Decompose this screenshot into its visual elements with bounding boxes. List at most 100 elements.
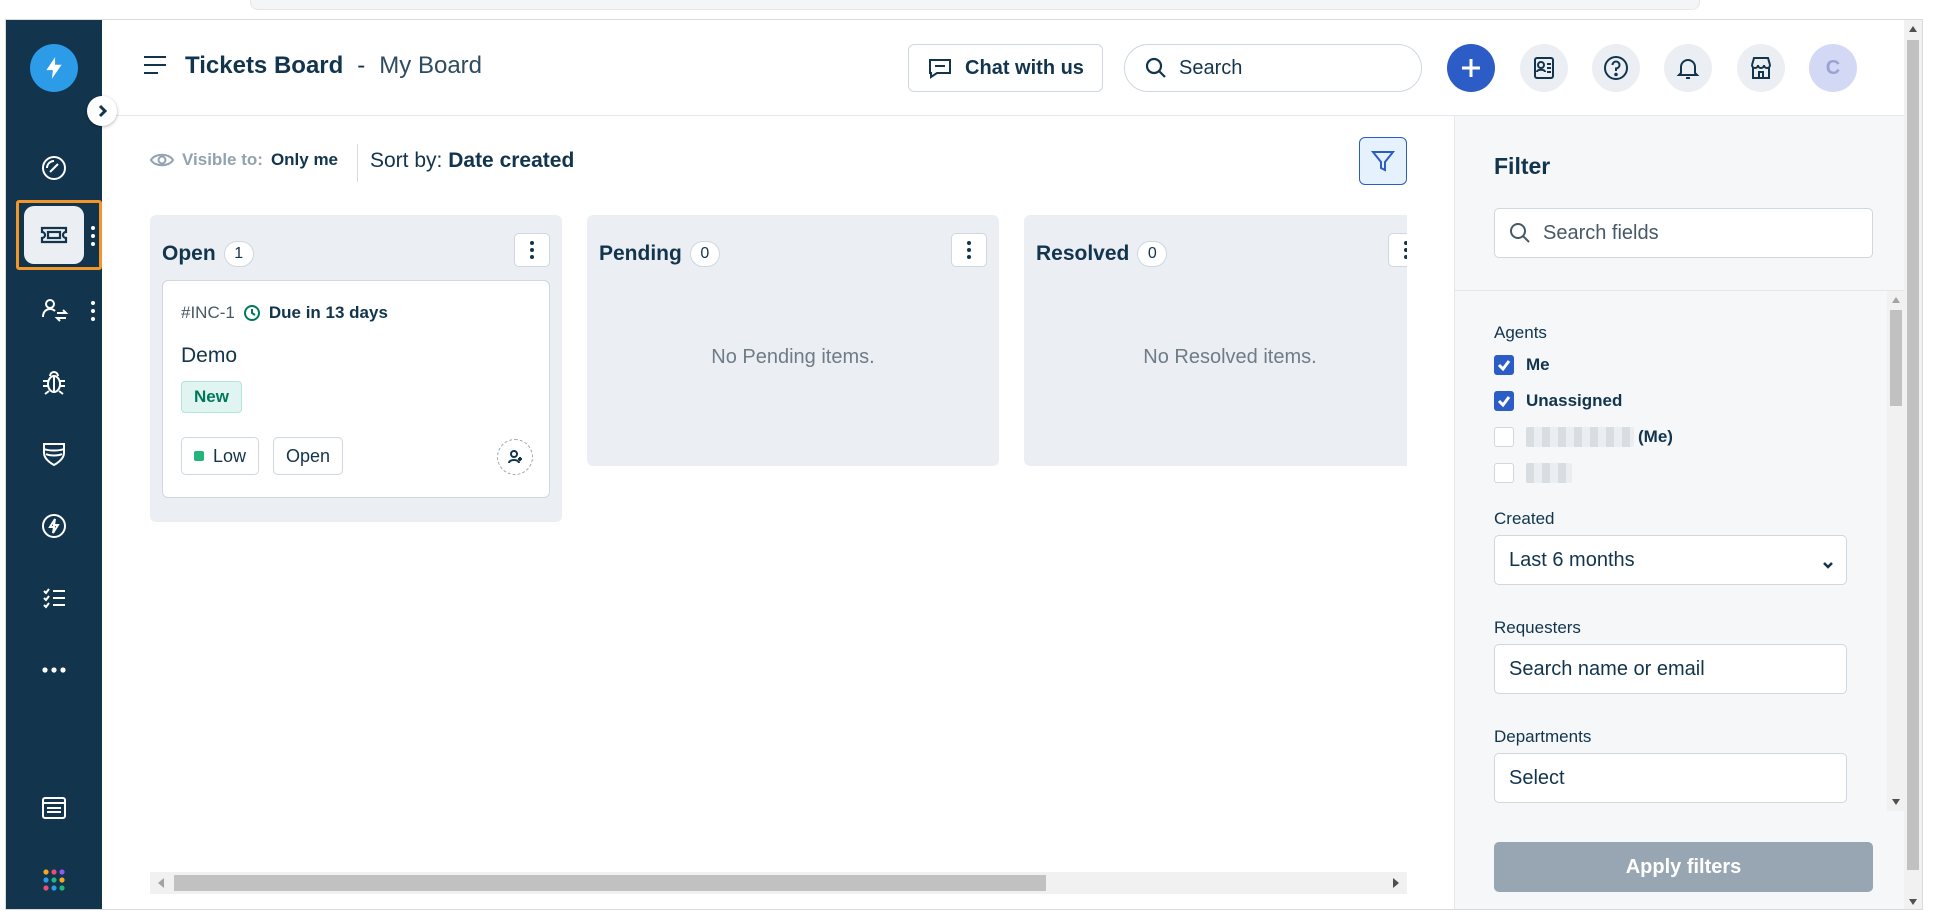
ticket-due: Due in 13 days bbox=[268, 303, 388, 322]
filter-toggle-button[interactable] bbox=[1359, 137, 1407, 185]
priority-indicator bbox=[194, 451, 204, 461]
agent-label: Unassigned bbox=[1526, 391, 1623, 410]
column-header: Resolved 0 bbox=[1036, 241, 1168, 267]
agent-label: Me bbox=[1526, 355, 1550, 374]
shield-icon bbox=[43, 443, 65, 467]
agent-option-unassigned[interactable]: Unassigned bbox=[1494, 391, 1622, 411]
created-value: Last 6 months bbox=[1509, 548, 1635, 571]
nav-tickets[interactable] bbox=[24, 206, 84, 264]
departments-value: Select bbox=[1509, 766, 1565, 789]
redacted-name bbox=[1526, 463, 1572, 483]
page-scrollbar[interactable] bbox=[1904, 20, 1922, 909]
scroll-down-arrow[interactable] bbox=[1892, 799, 1900, 805]
departments-label: Departments bbox=[1494, 727, 1592, 746]
user-avatar[interactable]: C bbox=[1809, 44, 1857, 92]
dashboard-icon bbox=[42, 156, 66, 180]
sort-control[interactable]: Sort by: Date created bbox=[370, 149, 574, 173]
requesters-label: Requesters bbox=[1494, 618, 1581, 637]
search-fields-placeholder: Search fields bbox=[1543, 221, 1659, 244]
checkbox-checked[interactable] bbox=[1494, 391, 1514, 411]
ticket-card[interactable]: #INC-1 Due in 13 days Demo New Low Open bbox=[162, 280, 550, 498]
scroll-up-arrow[interactable] bbox=[1909, 26, 1917, 32]
clock-icon bbox=[243, 305, 260, 321]
marketplace-button[interactable] bbox=[1737, 44, 1785, 92]
more-icon bbox=[42, 667, 66, 673]
menu-toggle-button[interactable] bbox=[142, 54, 168, 76]
search-icon bbox=[1145, 57, 1166, 78]
contacts-icon bbox=[1534, 57, 1554, 79]
scrollbar-thumb[interactable] bbox=[1890, 310, 1902, 406]
store-icon bbox=[1751, 57, 1771, 79]
redacted-name bbox=[1526, 427, 1634, 447]
sort-label: Sort by: bbox=[370, 149, 443, 172]
bug-icon bbox=[43, 371, 65, 395]
visible-value: Only me bbox=[270, 150, 339, 169]
filter-title: Filter bbox=[1494, 153, 1551, 179]
requesters-input[interactable]: Search name or email bbox=[1494, 644, 1847, 694]
scroll-up-arrow[interactable] bbox=[1892, 297, 1900, 303]
ticket-title[interactable]: Demo bbox=[181, 344, 237, 368]
agent-option-current-user[interactable]: (Me) bbox=[1494, 427, 1673, 447]
toolbar-divider bbox=[357, 144, 358, 182]
bell-icon bbox=[1676, 59, 1700, 79]
checkbox-checked[interactable] bbox=[1494, 355, 1514, 375]
board-area: Visible to: Only me Sort by: Date create… bbox=[102, 116, 1454, 909]
lightning-icon bbox=[42, 514, 66, 538]
nav-more[interactable] bbox=[24, 640, 84, 700]
changes-icon bbox=[42, 299, 69, 322]
departments-select[interactable]: Select bbox=[1494, 753, 1847, 803]
empty-state-text: No Pending items. bbox=[711, 346, 875, 368]
scrollbar-thumb[interactable] bbox=[174, 875, 1046, 891]
agent-option-me[interactable]: Me bbox=[1494, 355, 1550, 375]
chat-label: Chat with us bbox=[965, 56, 1084, 79]
add-new-button[interactable] bbox=[1447, 44, 1495, 92]
agent-option-other[interactable] bbox=[1494, 463, 1572, 483]
column-menu-button[interactable] bbox=[951, 233, 987, 267]
nav-automations[interactable] bbox=[24, 496, 84, 556]
checkbox-unchecked[interactable] bbox=[1494, 463, 1514, 483]
nav-releases[interactable] bbox=[24, 424, 84, 484]
global-search-input[interactable]: Search bbox=[1124, 44, 1422, 92]
column-open: Open 1 #INC-1 Due in 13 days Demo New Lo… bbox=[150, 215, 562, 522]
nav-tickets-menu[interactable] bbox=[90, 226, 96, 246]
chat-with-us-button[interactable]: Chat with us bbox=[908, 44, 1103, 92]
nav-dashboard[interactable] bbox=[24, 138, 84, 198]
created-select[interactable]: Last 6 months bbox=[1494, 535, 1847, 585]
apply-filters-button[interactable]: Apply filters bbox=[1494, 842, 1873, 892]
nav-admin[interactable] bbox=[24, 778, 84, 838]
nav-changes[interactable] bbox=[24, 280, 84, 340]
nav-problems[interactable] bbox=[24, 352, 84, 412]
column-menu-button[interactable] bbox=[514, 233, 550, 267]
scroll-right-arrow[interactable] bbox=[1393, 878, 1399, 888]
page-title-text: Tickets Board bbox=[185, 52, 344, 79]
help-button[interactable] bbox=[1592, 44, 1640, 92]
chat-icon bbox=[929, 59, 952, 79]
checkbox-unchecked[interactable] bbox=[1494, 427, 1514, 447]
scroll-left-arrow[interactable] bbox=[158, 878, 164, 888]
priority-dropdown[interactable]: Low bbox=[181, 437, 260, 475]
scroll-down-arrow[interactable] bbox=[1909, 899, 1917, 905]
brand-logo[interactable] bbox=[30, 44, 78, 92]
scrollbar-thumb[interactable] bbox=[1907, 40, 1919, 870]
column-menu-button[interactable] bbox=[1388, 233, 1407, 267]
state-dropdown[interactable]: Open bbox=[273, 437, 344, 475]
nav-tasks[interactable] bbox=[24, 568, 84, 628]
top-header: Tickets Board - My Board Chat with us Se… bbox=[102, 20, 1922, 116]
filter-scrollbar[interactable] bbox=[1887, 291, 1905, 811]
help-icon bbox=[1604, 56, 1628, 80]
ticket-id[interactable]: #INC-1 bbox=[181, 303, 235, 323]
contacts-button[interactable] bbox=[1520, 44, 1568, 92]
search-fields-input[interactable]: Search fields bbox=[1494, 208, 1873, 258]
filter-panel: Filter Search fields Agents Me Unassigne… bbox=[1454, 116, 1905, 909]
assign-agent-button[interactable] bbox=[497, 439, 533, 475]
eye-icon bbox=[150, 153, 174, 167]
board-name[interactable]: My Board bbox=[379, 52, 482, 80]
notifications-button[interactable] bbox=[1664, 44, 1712, 92]
add-icon bbox=[1462, 59, 1480, 77]
nav-apps[interactable] bbox=[24, 850, 84, 909]
expand-nav-button[interactable] bbox=[87, 96, 117, 126]
horizontal-scrollbar[interactable] bbox=[150, 872, 1407, 894]
nav-changes-menu[interactable] bbox=[90, 301, 96, 321]
agent-label: (Me) bbox=[1638, 427, 1673, 446]
filter-fields: Agents Me Unassigned (Me) Created Last 6… bbox=[1455, 291, 1905, 836]
